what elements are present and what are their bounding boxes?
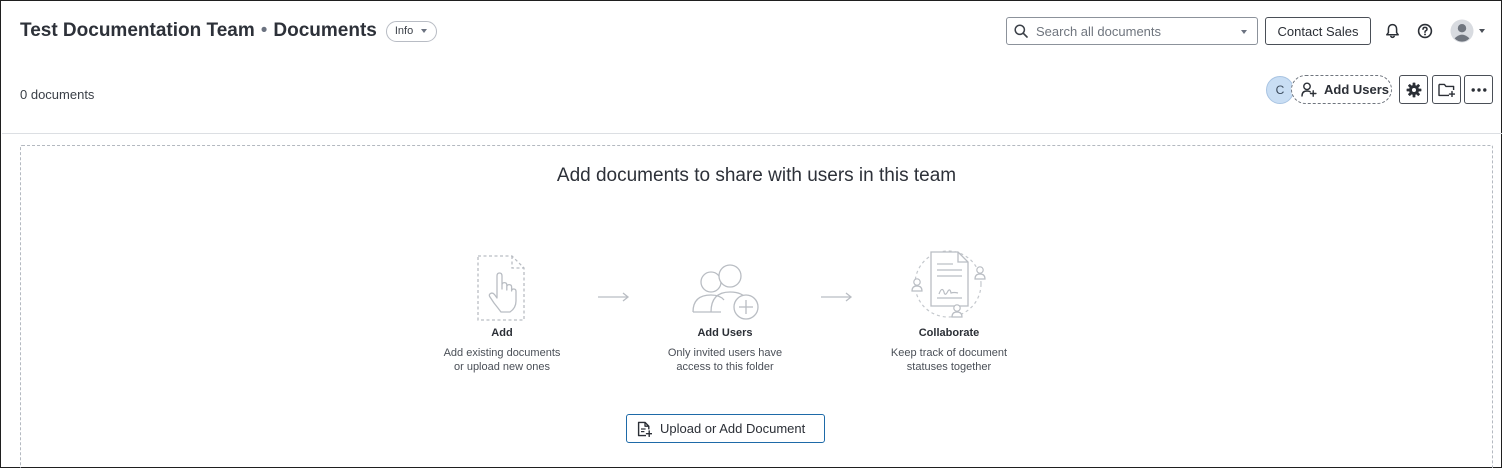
search-input[interactable]	[1036, 23, 1236, 39]
step-collaborate: Collaborate Keep track of document statu…	[859, 234, 1039, 374]
upload-document-button[interactable]: Upload or Add Document	[626, 414, 825, 443]
page-header: Test Documentation Team • Documents Info	[20, 18, 438, 44]
step-add-users: Add Users Only invited users have access…	[635, 234, 815, 374]
add-user-icon	[1301, 82, 1317, 97]
user-avatar-icon	[1450, 19, 1474, 43]
empty-state-title: Add documents to share with users in thi…	[556, 165, 957, 186]
new-folder-icon	[1438, 83, 1455, 97]
step-title: Add	[491, 327, 513, 339]
header-divider	[2, 133, 1502, 134]
upload-document-label: Upload or Add Document	[660, 421, 806, 436]
contact-sales-button[interactable]: Contact Sales	[1265, 17, 1371, 45]
page-title: Documents	[273, 20, 377, 41]
chevron-down-icon	[1479, 29, 1485, 33]
collaborate-document-icon	[911, 250, 986, 318]
more-icon	[1471, 87, 1486, 92]
team-settings-button[interactable]	[1399, 75, 1428, 104]
bell-icon	[1385, 23, 1399, 39]
step-description: Add existing documents or upload new one…	[443, 347, 561, 373]
help-button[interactable]	[1415, 21, 1435, 41]
step-description: Only invited users have access to this f…	[667, 347, 783, 373]
app-window: Test Documentation Team • Documents Info…	[0, 0, 1502, 468]
arrow-right-icon	[821, 292, 853, 302]
users-add-icon	[692, 264, 759, 320]
add-document-icon	[637, 421, 652, 437]
document-hand-icon	[477, 255, 525, 321]
step-title: Add Users	[697, 327, 753, 339]
account-menu-button[interactable]	[1450, 19, 1488, 43]
step-title: Collaborate	[918, 327, 980, 339]
more-options-button[interactable]	[1464, 75, 1493, 104]
gear-icon	[1406, 82, 1421, 97]
step-add: Add Add existing documents or upload new…	[412, 234, 592, 374]
info-label: Info	[394, 25, 414, 37]
arrow-right-icon	[598, 292, 630, 302]
add-users-label: Add Users	[1324, 82, 1390, 97]
member-avatar[interactable]: C	[1266, 76, 1294, 104]
notifications-button[interactable]	[1382, 21, 1402, 41]
add-users-button[interactable]: Add Users	[1291, 75, 1392, 104]
title-separator: •	[260, 20, 268, 41]
chevron-down-icon	[421, 29, 428, 33]
team-title: Test Documentation Team	[20, 20, 255, 41]
info-dropdown[interactable]: Info	[385, 20, 438, 42]
document-drop-zone[interactable]: Add documents to share with users in thi…	[20, 145, 1493, 468]
document-count: 0 documents	[20, 87, 95, 102]
step-description: Keep track of document statuses together	[890, 347, 1008, 373]
search-box[interactable]	[1006, 17, 1258, 45]
new-folder-button[interactable]	[1432, 75, 1461, 104]
search-scope-chevron-icon[interactable]	[1241, 30, 1247, 34]
search-icon	[1014, 24, 1028, 38]
help-icon	[1417, 23, 1433, 39]
